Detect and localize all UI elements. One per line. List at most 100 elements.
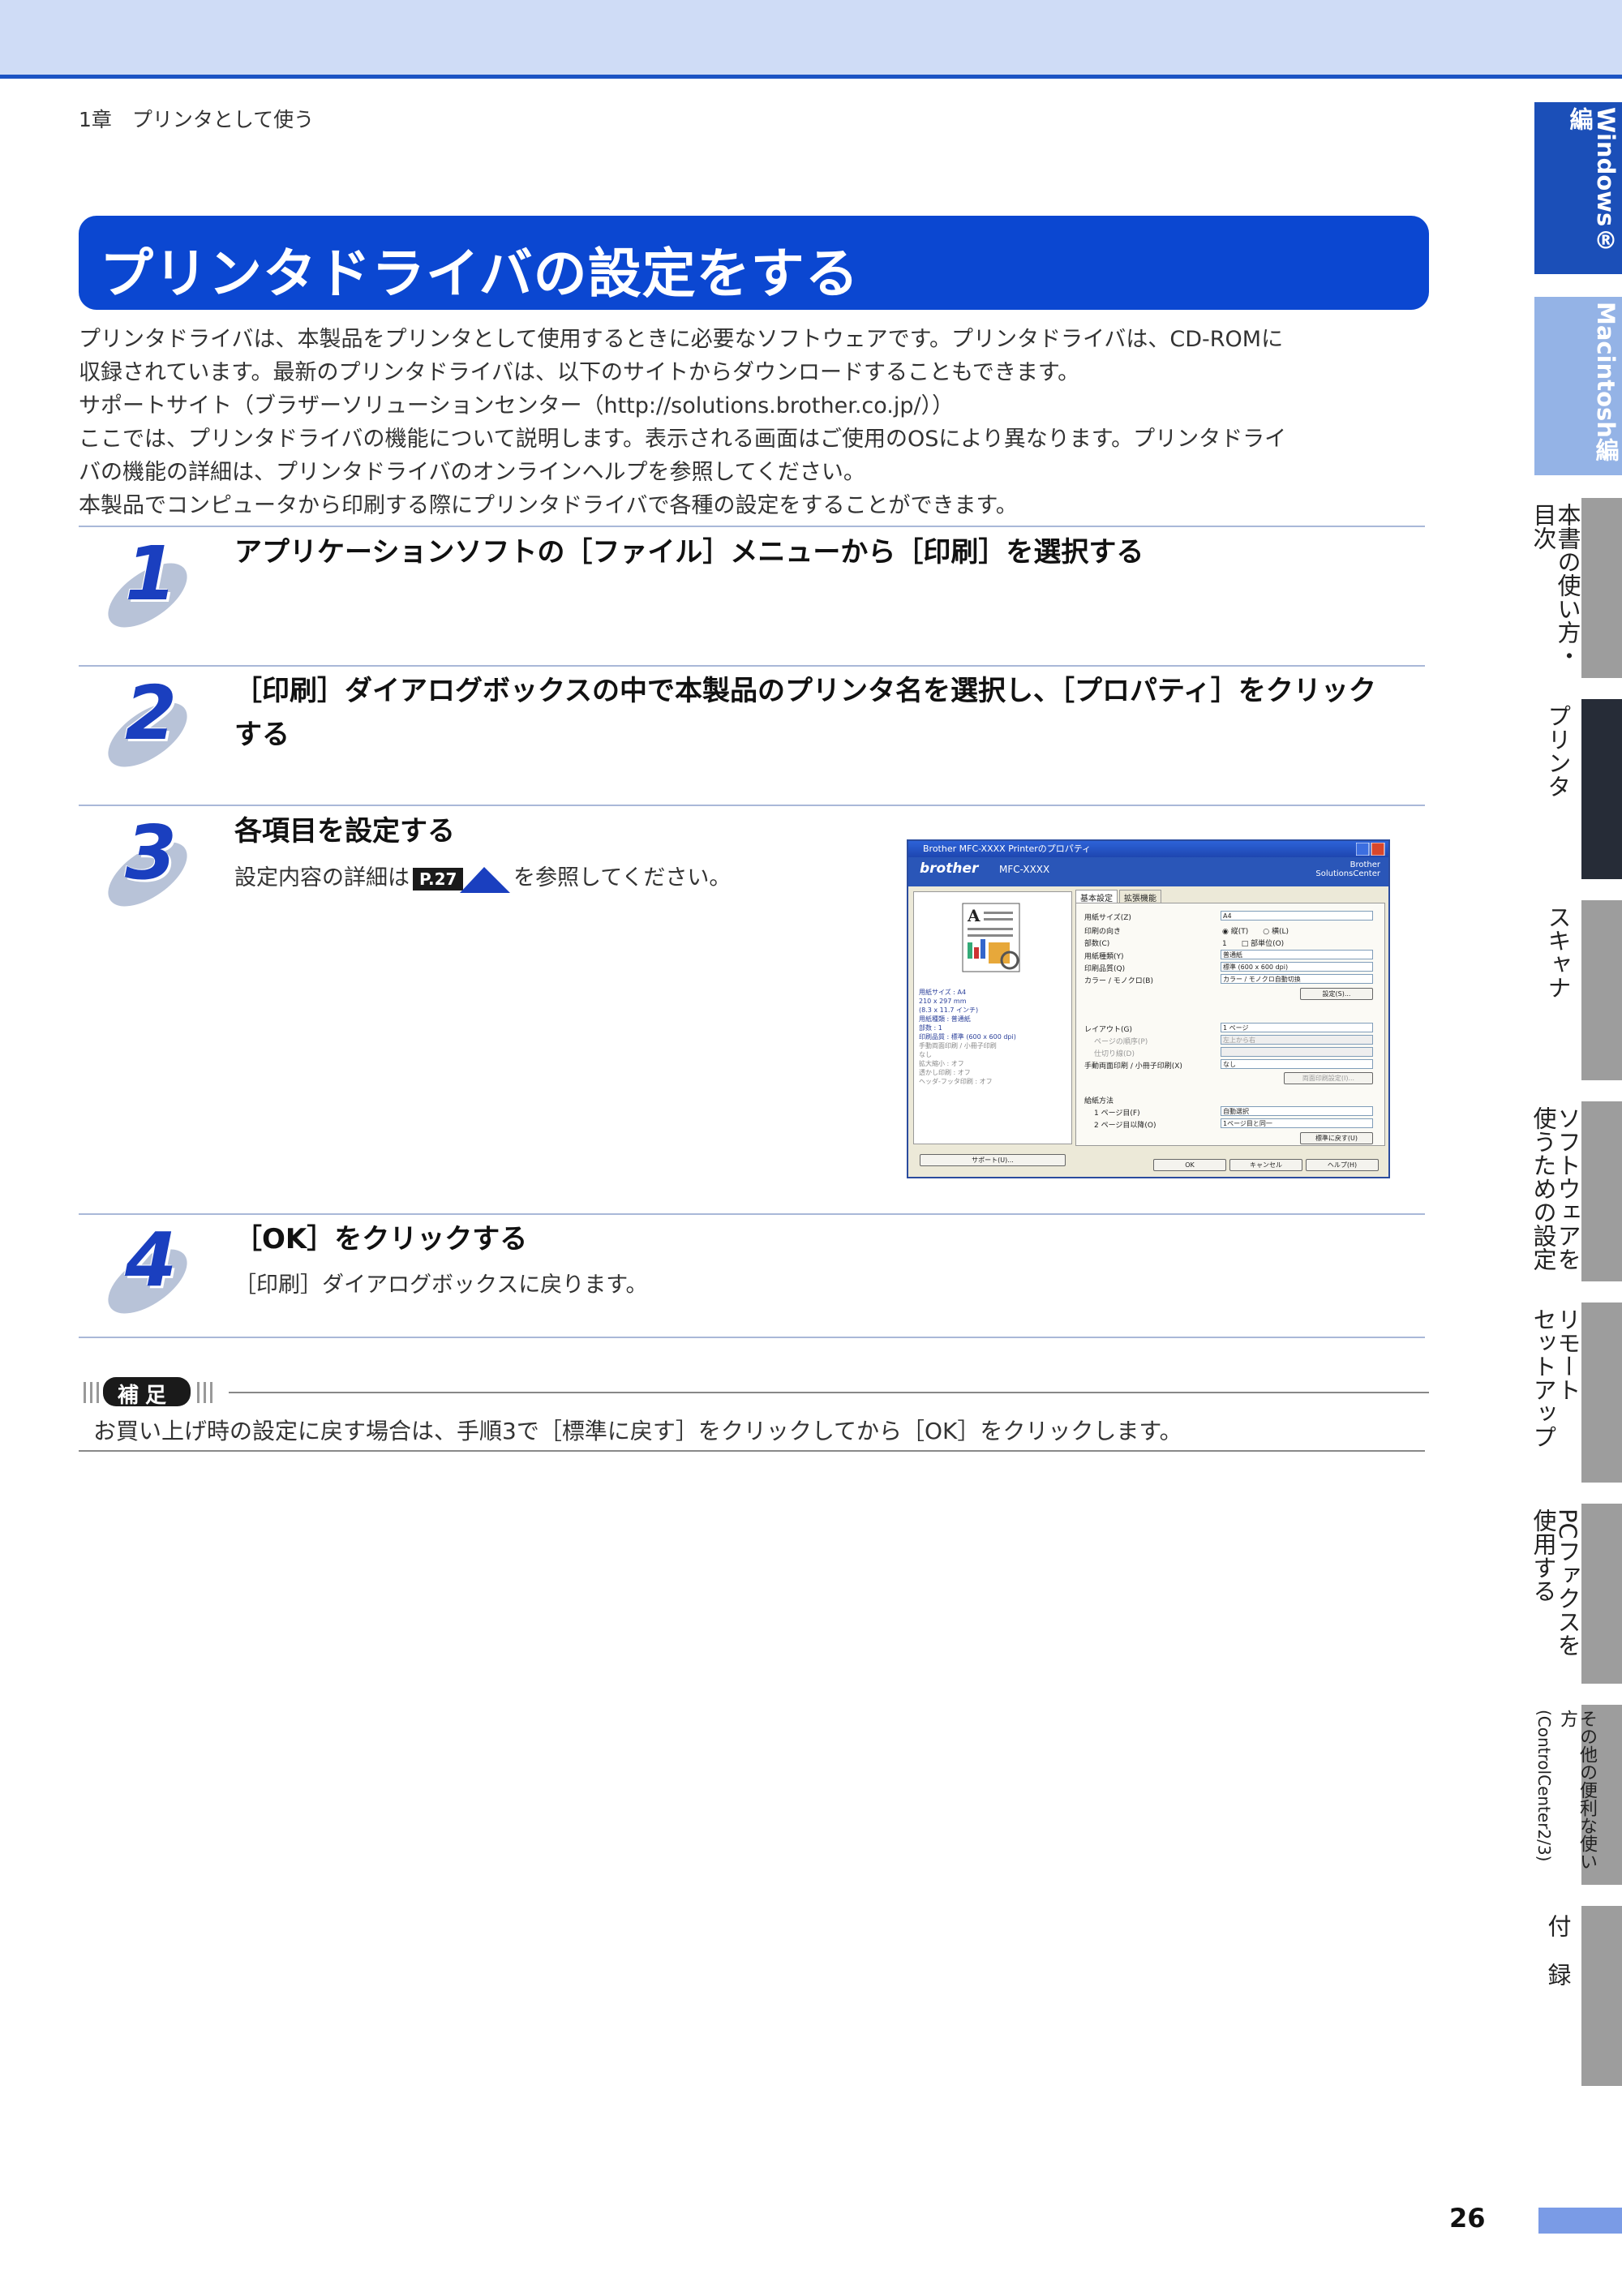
layout-select[interactable]: 1 ページ xyxy=(1221,1023,1373,1032)
page-order-label: ページの順序(P) xyxy=(1094,1038,1148,1046)
preview-line: 手動両面印刷 / 小冊子印刷 xyxy=(919,1042,997,1049)
side-tab-label: セットアップ xyxy=(1530,1307,1557,1448)
help-button[interactable]: ヘルプ(H) xyxy=(1306,1159,1379,1171)
orientation-radios[interactable]: ◉ 縦(T) ○ 横(L) xyxy=(1222,925,1289,936)
step-number: 3 xyxy=(125,809,178,896)
header-rule xyxy=(0,75,1622,79)
note-bar xyxy=(210,1382,212,1403)
note-bar xyxy=(204,1382,206,1403)
settings-panel: 用紙サイズ(Z) A4 印刷の向き ◉ 縦(T) ○ 横(L) 部数(C) 1 … xyxy=(1075,903,1385,1146)
support-button[interactable]: サポート(U)... xyxy=(920,1154,1066,1166)
intro-line: ここでは、プリンタドライバの機能について説明します。表示される画面はご使用のOS… xyxy=(79,427,1287,452)
side-tab-label: (ControlCenter2/3) xyxy=(1534,1710,1554,1862)
other-pages-label: 2 ページ目以降(O) xyxy=(1094,1122,1156,1130)
preview-line: 用紙サイズ : A4 xyxy=(919,989,967,996)
svg-text:A: A xyxy=(967,906,980,925)
side-tab-printer[interactable]: プリンタ xyxy=(1534,699,1622,879)
intro-line: 収録されています。最新のプリンタドライバは、以下のサイトからダウンロードすること… xyxy=(79,360,1080,385)
side-tab-face: 付 録 xyxy=(1534,1906,1581,2086)
other-pages-select[interactable]: 1ページ目と同一 xyxy=(1221,1118,1373,1128)
solutions-line: Brother xyxy=(1350,860,1380,869)
side-tab-label: 目次 xyxy=(1530,503,1557,550)
side-tab-label: 本書の使い方・ xyxy=(1554,503,1581,667)
side-tab-remote-setup[interactable]: リモート セットアップ xyxy=(1530,1302,1622,1483)
preview-line: (8.3 x 11.7 インチ) xyxy=(919,1006,979,1014)
preview-line: なし xyxy=(919,1051,932,1058)
step-number: 2 xyxy=(125,670,178,757)
close-icon[interactable] xyxy=(1371,843,1385,856)
intro-line: サポートサイト（ブラザーソリューションセンター（http://solutions… xyxy=(79,393,955,418)
orientation-label: 印刷の向き xyxy=(1084,928,1122,936)
side-tab-scanner[interactable]: スキャナ xyxy=(1534,900,1622,1080)
note-bar xyxy=(84,1382,86,1403)
page-reference-link[interactable]: P.27 xyxy=(413,865,510,893)
chapter-label: 1章 プリンタとして使う xyxy=(79,108,315,131)
step-number: 1 xyxy=(125,530,178,617)
page-number: 26 xyxy=(1449,2203,1486,2234)
print-quality-select[interactable]: 標準 (600 x 600 dpi) xyxy=(1221,962,1373,972)
border-line-label: 仕切り線(D) xyxy=(1094,1050,1135,1058)
duplex-settings-button[interactable]: 両面印刷設定(I)... xyxy=(1284,1072,1373,1084)
side-tab-label: スキャナ xyxy=(1544,905,1572,999)
duplex-label: 手動両面印刷 / 小冊子印刷(X) xyxy=(1084,1062,1182,1071)
settings-button[interactable]: 設定(S)... xyxy=(1300,988,1373,1000)
preview-info: 用紙サイズ : A4 210 x 297 mm (8.3 x 11.7 インチ)… xyxy=(919,988,1016,1086)
model-label: MFC-XXXX xyxy=(999,864,1050,875)
media-type-select[interactable]: 普通紙 xyxy=(1221,950,1373,959)
page-order-select[interactable]: 左上から右 xyxy=(1221,1035,1373,1045)
step-number-badge: 3 xyxy=(97,809,203,913)
preview-line: 拡大縮小 : オフ xyxy=(919,1060,964,1067)
side-tab-software-setup[interactable]: ソフトウェアを 使うための設定 xyxy=(1530,1101,1622,1281)
side-tab-contents[interactable]: 本書の使い方・ 目次 xyxy=(1530,498,1622,678)
side-tab-label: ソフトウェアを xyxy=(1554,1106,1581,1271)
arrow-icon xyxy=(460,866,510,893)
media-type-label: 用紙種類(Y) xyxy=(1084,953,1124,961)
dialog-titlebar: Brother MFC-XXXX Printerのプロパティ xyxy=(908,841,1388,857)
preview-line: ヘッダ-フッタ印刷 : オフ xyxy=(919,1078,993,1085)
cancel-button[interactable]: キャンセル xyxy=(1229,1159,1302,1171)
side-tab-face: 本書の使い方・ 目次 xyxy=(1530,498,1581,678)
paper-source-label: 給紙方法 xyxy=(1084,1097,1114,1105)
preview-line: 印刷品質 : 標準 (600 x 600 dpi) xyxy=(919,1033,1016,1041)
preview-line: 用紙種類 : 普通紙 xyxy=(919,1015,971,1023)
side-tab-pc-fax[interactable]: PCファクスを 使用する xyxy=(1530,1504,1622,1684)
side-tab-appendix[interactable]: 付 録 xyxy=(1534,1906,1622,2086)
help-window-icon[interactable] xyxy=(1356,843,1370,856)
default-button[interactable]: 標準に戻す(U) xyxy=(1300,1132,1373,1144)
note-bar xyxy=(90,1382,92,1403)
side-tab-face: ソフトウェアを 使うための設定 xyxy=(1530,1101,1581,1281)
side-tab-windows[interactable]: Windows®編 xyxy=(1534,102,1622,274)
header-band xyxy=(0,0,1622,75)
intro-line: プリンタドライバは、本製品をプリンタとして使用するときに必要なソフトウェアです。… xyxy=(79,327,1284,352)
note-header: 補足 xyxy=(79,1377,1429,1410)
side-tab-face: スキャナ xyxy=(1534,900,1581,1080)
side-tab-label: その他の便利な使い方 xyxy=(1557,1710,1597,1870)
note-bar xyxy=(97,1382,99,1403)
first-page-select[interactable]: 自動選択 xyxy=(1221,1106,1373,1116)
side-tab-macintosh[interactable]: Macintosh編 xyxy=(1534,297,1622,475)
step-number-badge: 1 xyxy=(97,530,203,634)
paper-size-select[interactable]: A4 xyxy=(1221,911,1373,921)
color-mode-select[interactable]: カラー / モノクロ自動切換 xyxy=(1221,974,1373,984)
ok-button[interactable]: OK xyxy=(1153,1159,1226,1171)
step-title: 各項目を設定する xyxy=(234,815,455,848)
border-line-select[interactable] xyxy=(1221,1047,1373,1057)
side-tab-other-features[interactable]: その他の便利な使い方 (ControlCenter2/3) xyxy=(1534,1705,1622,1885)
step-number: 4 xyxy=(125,1217,178,1303)
step-divider xyxy=(79,805,1425,806)
copies-input[interactable]: 1 □ 部単位(O) xyxy=(1222,938,1284,948)
page-title: プリンタドライバの設定をする xyxy=(100,242,860,305)
page-number-block xyxy=(1538,2208,1622,2234)
step-description: 設定内容の詳細は P.27 を参照してください。 xyxy=(234,860,731,893)
duplex-select[interactable]: なし xyxy=(1221,1059,1373,1069)
step-divider xyxy=(79,1213,1425,1215)
copies-label: 部数(C) xyxy=(1084,940,1110,948)
step-desc-text: を参照してください。 xyxy=(513,865,732,891)
solutions-line: SolutionsCenter xyxy=(1315,869,1380,878)
side-tab-label: Macintosh編 xyxy=(1592,302,1620,461)
side-tab-label: Windows®編 xyxy=(1566,107,1620,255)
solutions-center-link[interactable]: Brother SolutionsCenter xyxy=(1315,860,1380,878)
layout-label: レイアウト(G) xyxy=(1084,1026,1132,1034)
preview-panel: A 用紙サイズ : A4 210 x 297 mm (8.3 x 11.7 イン… xyxy=(913,891,1072,1144)
preview-line: 透かし印刷 : オフ xyxy=(919,1069,971,1076)
